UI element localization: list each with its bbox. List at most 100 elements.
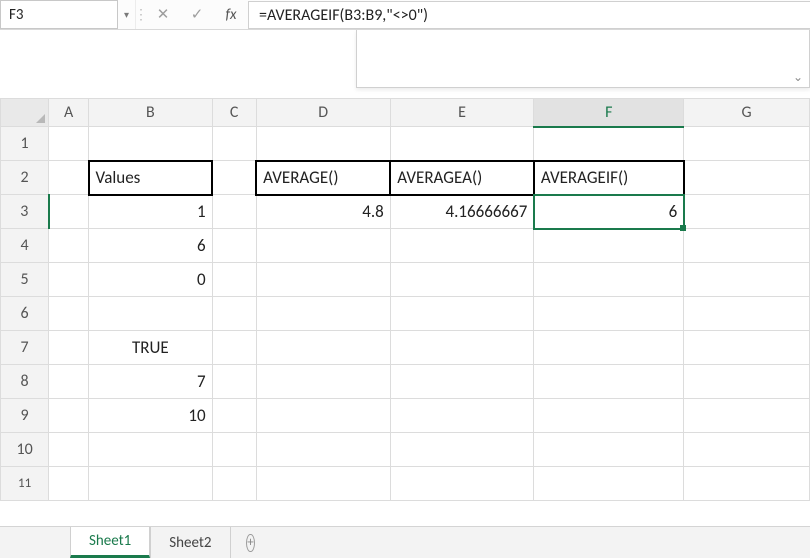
cell-G2[interactable] bbox=[684, 161, 810, 195]
row-header-5[interactable]: 5 bbox=[1, 263, 49, 297]
cell-E9[interactable] bbox=[390, 399, 534, 433]
col-header-D[interactable]: D bbox=[256, 99, 390, 127]
row-header-6[interactable]: 6 bbox=[1, 297, 49, 331]
cell-B11[interactable] bbox=[89, 467, 213, 501]
cell-A8[interactable] bbox=[49, 365, 89, 399]
cell-C5[interactable] bbox=[212, 263, 256, 297]
cell-D7[interactable] bbox=[256, 331, 390, 365]
cell-A6[interactable] bbox=[49, 297, 89, 331]
cell-D10[interactable] bbox=[256, 433, 390, 467]
cell-C6[interactable] bbox=[212, 297, 256, 331]
cell-F11[interactable] bbox=[534, 467, 684, 501]
cell-D11[interactable] bbox=[256, 467, 390, 501]
cell-B3[interactable]: 1 bbox=[89, 195, 213, 229]
cell-E5[interactable] bbox=[390, 263, 534, 297]
cell-G1[interactable] bbox=[684, 127, 810, 161]
cell-B6[interactable] bbox=[89, 297, 213, 331]
row-header-1[interactable]: 1 bbox=[1, 127, 49, 161]
row-header-3[interactable]: 3 bbox=[1, 195, 49, 229]
cell-D9[interactable] bbox=[256, 399, 390, 433]
cell-A11[interactable] bbox=[49, 467, 89, 501]
cell-A3[interactable] bbox=[49, 195, 89, 229]
cell-E6[interactable] bbox=[390, 297, 534, 331]
cell-F7[interactable] bbox=[534, 331, 684, 365]
cell-F3[interactable]: 6 bbox=[534, 195, 684, 229]
formula-input[interactable]: =AVERAGEIF(B3:B9,"<>0") bbox=[248, 1, 810, 29]
cell-E3[interactable]: 4.16666667 bbox=[390, 195, 534, 229]
col-header-C[interactable]: C bbox=[212, 99, 256, 127]
cell-C10[interactable] bbox=[212, 433, 256, 467]
cell-G3[interactable] bbox=[684, 195, 810, 229]
cell-F5[interactable] bbox=[534, 263, 684, 297]
col-header-B[interactable]: B bbox=[89, 99, 213, 127]
cell-B1[interactable] bbox=[89, 127, 213, 161]
name-box[interactable]: F3 bbox=[0, 0, 118, 29]
cell-D4[interactable] bbox=[256, 229, 390, 263]
cell-F6[interactable] bbox=[534, 297, 684, 331]
cell-F4[interactable] bbox=[534, 229, 684, 263]
select-all-button[interactable] bbox=[1, 99, 49, 127]
cell-B7[interactable]: TRUE bbox=[89, 331, 213, 365]
col-header-F[interactable]: F bbox=[534, 99, 684, 127]
tab-sheet2[interactable]: Sheet2 bbox=[150, 527, 230, 558]
cell-B2[interactable]: Values bbox=[89, 161, 213, 195]
cell-F9[interactable] bbox=[534, 399, 684, 433]
cell-D8[interactable] bbox=[256, 365, 390, 399]
cell-A9[interactable] bbox=[49, 399, 89, 433]
cell-D1[interactable] bbox=[256, 127, 390, 161]
cell-E8[interactable] bbox=[390, 365, 534, 399]
confirm-button[interactable]: ✓ bbox=[180, 5, 214, 24]
cell-E1[interactable] bbox=[390, 127, 534, 161]
cell-D6[interactable] bbox=[256, 297, 390, 331]
cell-G9[interactable] bbox=[684, 399, 810, 433]
row-header-2[interactable]: 2 bbox=[1, 161, 49, 195]
spreadsheet-grid[interactable]: A B C D E F G 1 2 bbox=[0, 98, 810, 526]
row-header-4[interactable]: 4 bbox=[1, 229, 49, 263]
add-sheet-button[interactable]: + bbox=[231, 527, 271, 558]
cell-C2[interactable] bbox=[212, 161, 256, 195]
cell-D5[interactable] bbox=[256, 263, 390, 297]
cancel-button[interactable]: ✕ bbox=[146, 5, 180, 24]
cell-G6[interactable] bbox=[684, 297, 810, 331]
cell-B5[interactable]: 0 bbox=[89, 263, 213, 297]
cell-D2[interactable]: AVERAGE() bbox=[256, 161, 390, 195]
row-header-9[interactable]: 9 bbox=[1, 399, 49, 433]
cell-C9[interactable] bbox=[212, 399, 256, 433]
row-header-10[interactable]: 10 bbox=[1, 433, 49, 467]
tab-sheet1[interactable]: Sheet1 bbox=[70, 527, 150, 558]
row-header-7[interactable]: 7 bbox=[1, 331, 49, 365]
cell-F2[interactable]: AVERAGEIF() bbox=[534, 161, 684, 195]
cell-A4[interactable] bbox=[49, 229, 89, 263]
fx-label[interactable]: fx bbox=[214, 6, 248, 24]
cell-B4[interactable]: 6 bbox=[89, 229, 213, 263]
formula-bar-expanded[interactable]: ⌄ bbox=[356, 30, 810, 88]
cell-E11[interactable] bbox=[390, 467, 534, 501]
cell-B10[interactable] bbox=[89, 433, 213, 467]
cell-C11[interactable] bbox=[212, 467, 256, 501]
cell-C8[interactable] bbox=[212, 365, 256, 399]
cell-C4[interactable] bbox=[212, 229, 256, 263]
cell-G4[interactable] bbox=[684, 229, 810, 263]
cell-E4[interactable] bbox=[390, 229, 534, 263]
cell-A5[interactable] bbox=[49, 263, 89, 297]
cell-C1[interactable] bbox=[212, 127, 256, 161]
cell-F1[interactable] bbox=[534, 127, 684, 161]
cell-G5[interactable] bbox=[684, 263, 810, 297]
cell-A2[interactable] bbox=[49, 161, 89, 195]
cell-A1[interactable] bbox=[49, 127, 89, 161]
row-header-11[interactable]: 11 bbox=[1, 467, 49, 501]
cell-F8[interactable] bbox=[534, 365, 684, 399]
cell-G10[interactable] bbox=[684, 433, 810, 467]
cell-B8[interactable]: 7 bbox=[89, 365, 213, 399]
cell-G7[interactable] bbox=[684, 331, 810, 365]
cell-A10[interactable] bbox=[49, 433, 89, 467]
cell-A7[interactable] bbox=[49, 331, 89, 365]
row-header-8[interactable]: 8 bbox=[1, 365, 49, 399]
cell-E7[interactable] bbox=[390, 331, 534, 365]
cell-E10[interactable] bbox=[390, 433, 534, 467]
col-header-A[interactable]: A bbox=[49, 99, 89, 127]
cell-B9[interactable]: 10 bbox=[89, 399, 213, 433]
cell-C3[interactable] bbox=[212, 195, 256, 229]
cell-F10[interactable] bbox=[534, 433, 684, 467]
col-header-G[interactable]: G bbox=[684, 99, 810, 127]
